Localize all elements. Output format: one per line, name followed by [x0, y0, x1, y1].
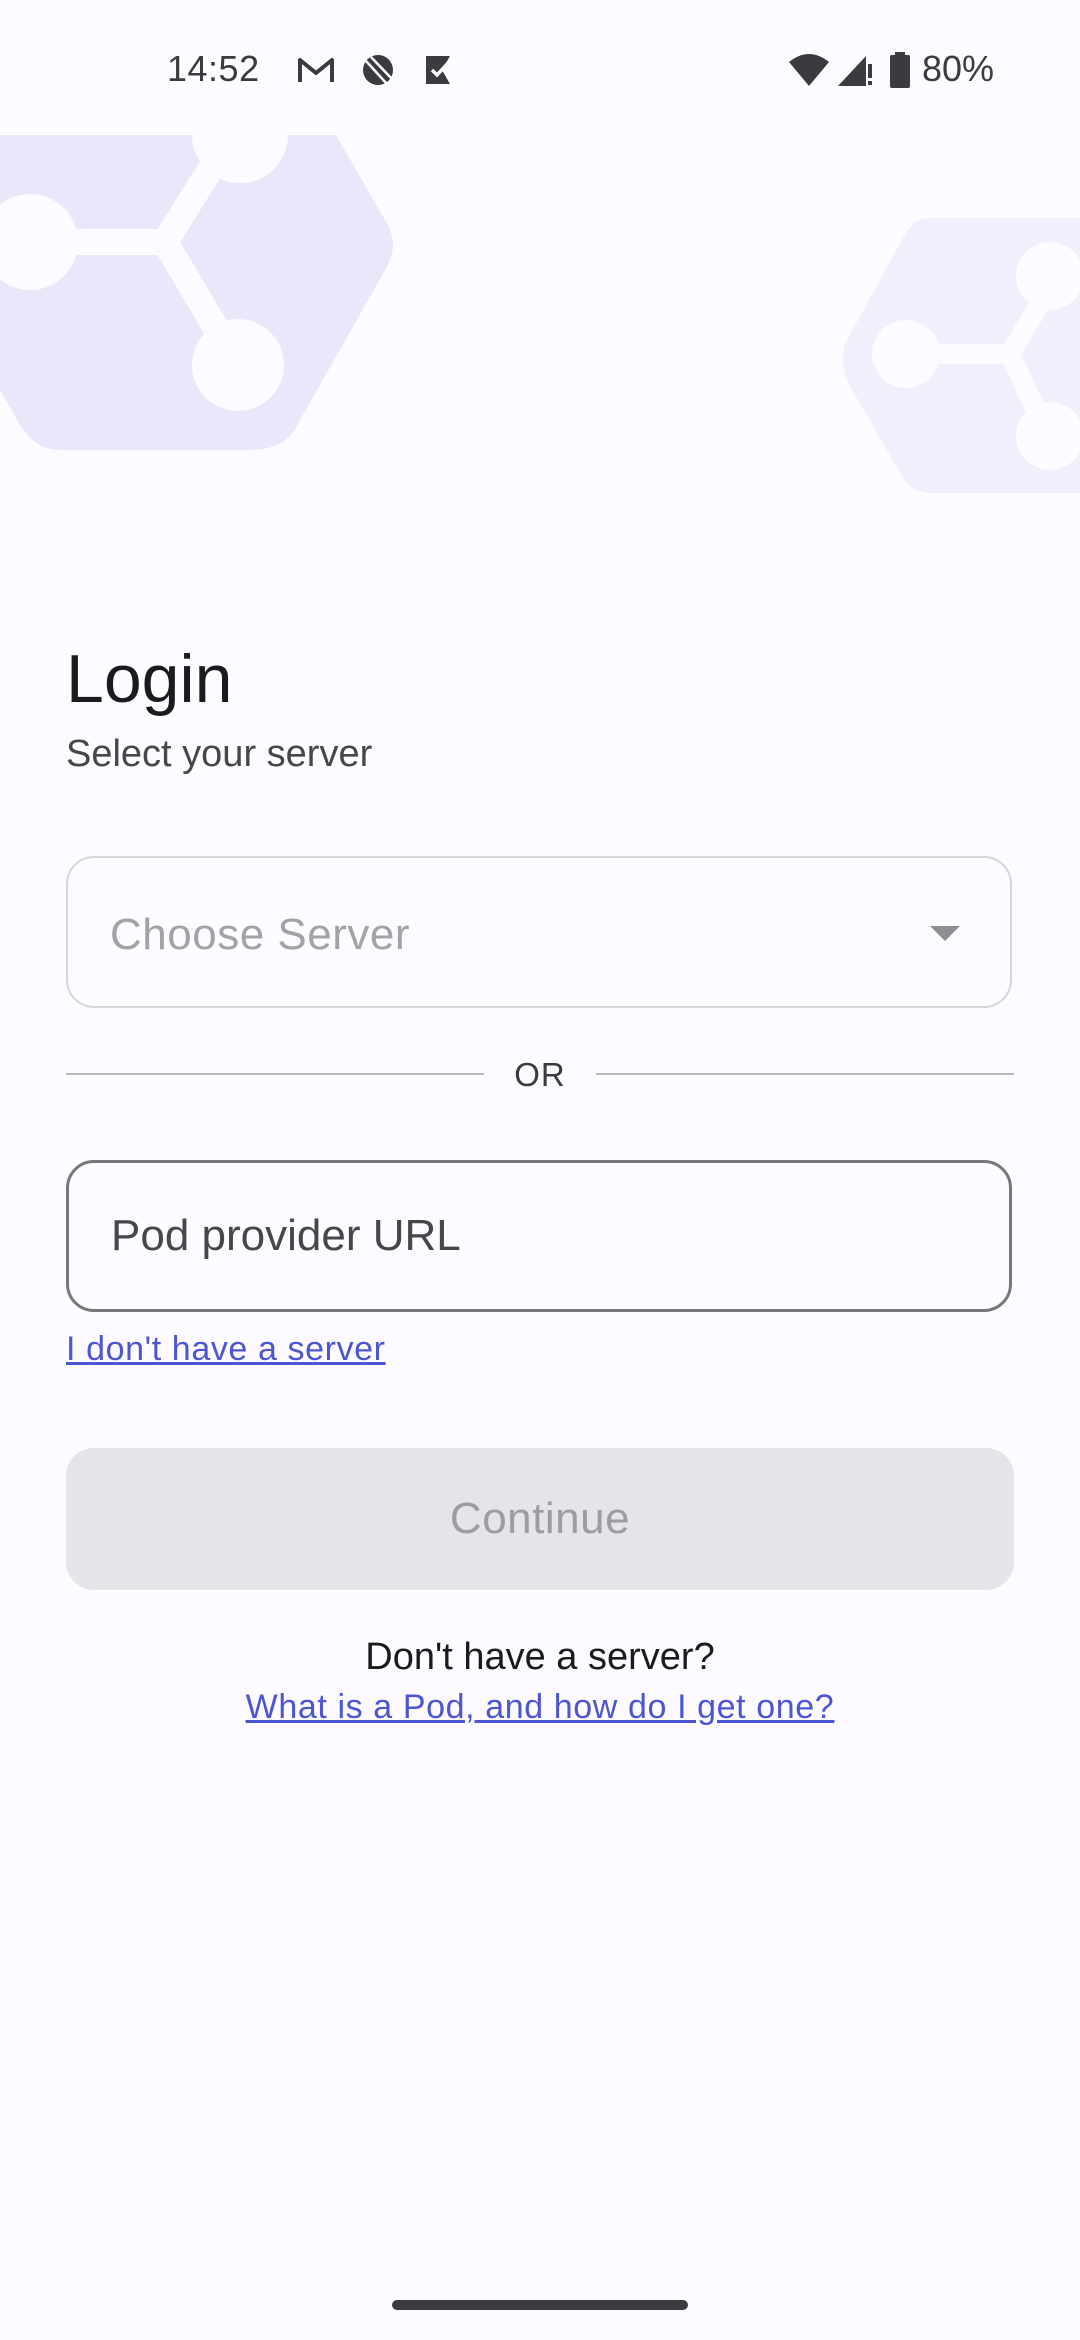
server-dropdown-placeholder: Choose Server — [110, 910, 410, 959]
divider-line-left — [66, 1073, 484, 1075]
page-subtitle: Select your server — [66, 733, 373, 775]
divider-label: OR — [514, 1056, 566, 1093]
server-dropdown[interactable]: Choose Server — [66, 856, 1012, 1008]
decorative-hexagon-left — [0, 135, 393, 450]
what-is-pod-link[interactable]: What is a Pod, and how do I get one? — [0, 1688, 1080, 1727]
chevron-down-icon — [930, 926, 960, 941]
no-server-link[interactable]: I don't have a server — [66, 1330, 386, 1369]
status-time: 14:52 — [167, 48, 260, 89]
divider-line-right — [596, 1073, 1014, 1075]
pod-provider-url-input[interactable] — [66, 1160, 1012, 1312]
app-icon — [363, 55, 393, 85]
decorative-hexagon-right — [843, 218, 1080, 493]
help-question: Don't have a server? — [365, 1636, 715, 1678]
battery-percent: 80% — [922, 48, 995, 89]
tasks-icon — [426, 56, 450, 84]
gmail-icon — [298, 58, 334, 82]
wifi-icon — [789, 54, 829, 86]
what-is-pod-link-label: What is a Pod, and how do I get one? — [245, 1688, 835, 1726]
page-title: Login — [66, 641, 233, 717]
signal-icon — [838, 56, 872, 86]
status-bar: 14:52 80% — [0, 0, 1080, 136]
continue-button[interactable]: Continue — [66, 1448, 1014, 1590]
or-divider: OR — [66, 1052, 1014, 1096]
battery-icon — [890, 52, 910, 88]
home-indicator[interactable] — [392, 2300, 688, 2310]
